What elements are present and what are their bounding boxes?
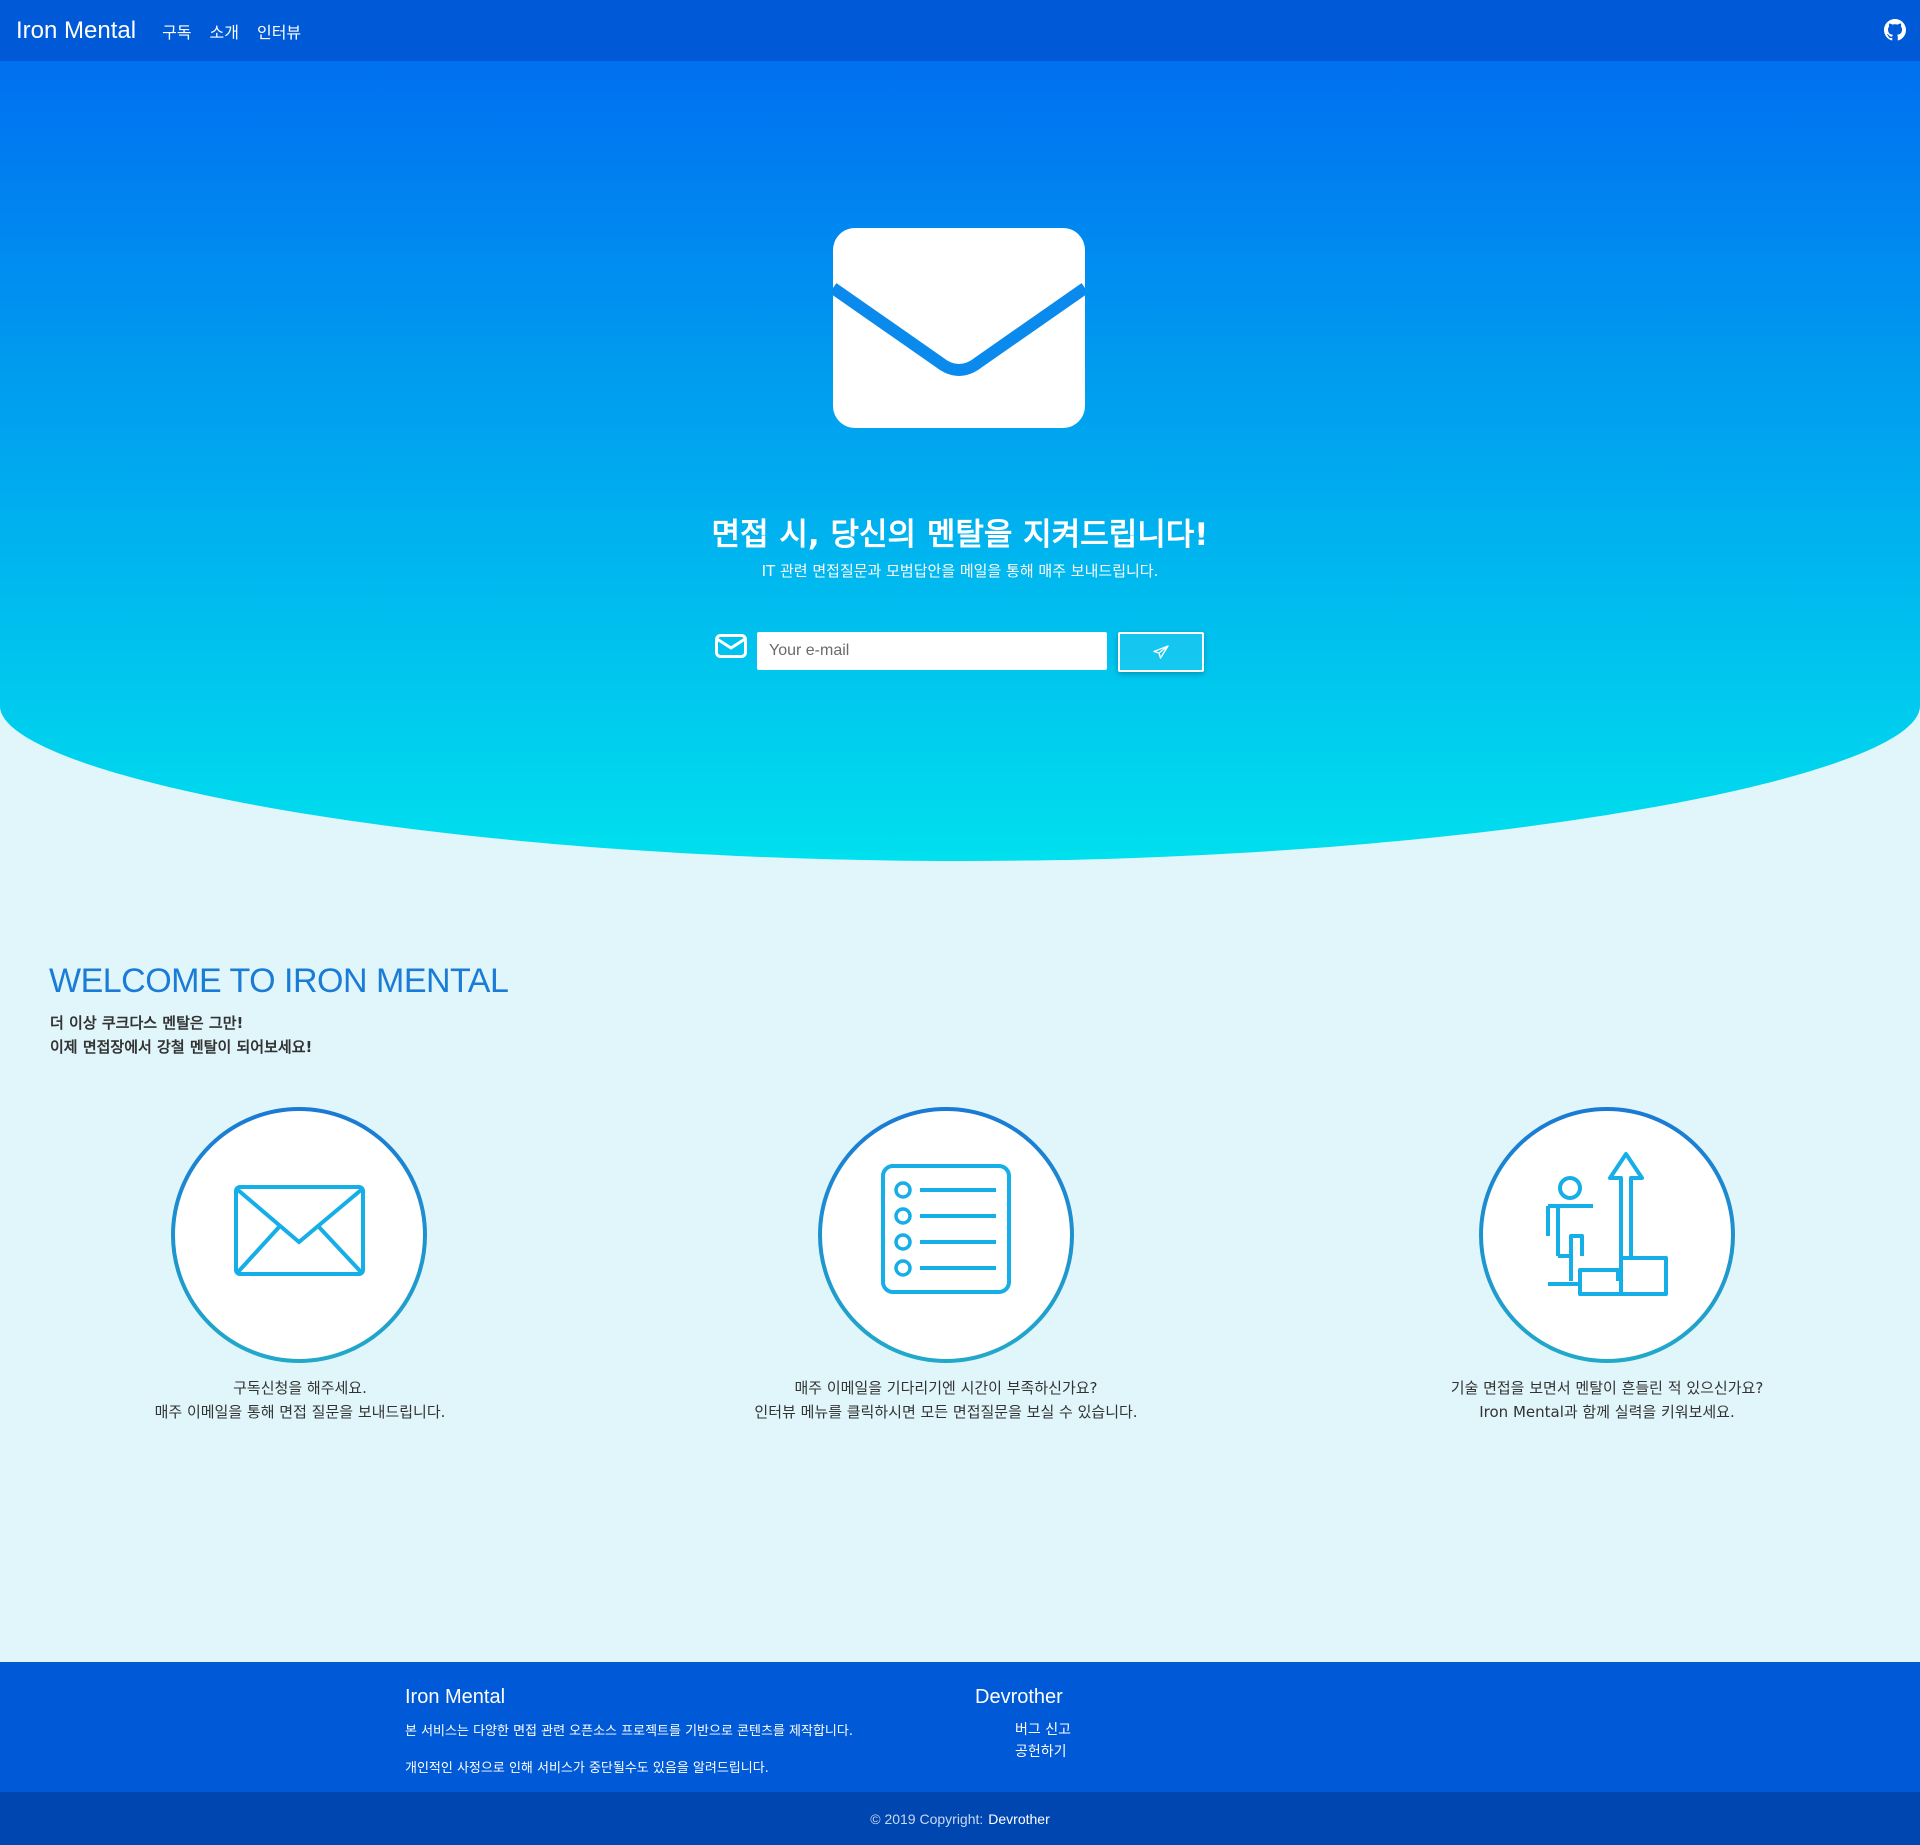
- footer: Iron Mental 본 서비스는 다양한 면접 관련 오픈소스 프로젝트를 …: [0, 1662, 1920, 1792]
- feature-growth-line-1: 기술 면접을 보면서 멘탈이 흔들린 적 있으신가요?: [1450, 1379, 1764, 1397]
- email-input[interactable]: [757, 632, 1107, 670]
- footer-brand-title: Iron Mental: [405, 1686, 506, 1708]
- welcome-title: WELCOME TO IRON MENTAL: [49, 962, 509, 1000]
- nav-link-subscribe[interactable]: 구독: [162, 19, 191, 43]
- welcome-line-2: 이제 면접장에서 강철 멘탈이 되어보세요!: [50, 1038, 313, 1056]
- feature-growth-text: 기술 면접을 보면서 멘탈이 흔들린 적 있으신가요? Iron Mental과…: [1307, 1376, 1907, 1424]
- envelope-icon: [833, 228, 1085, 428]
- subscribe-submit-button[interactable]: [1118, 632, 1204, 672]
- feature-subscribe-circle: [171, 1107, 427, 1363]
- feature-interview-line-1: 매주 이메일을 기다리기엔 시간이 부족하신가요?: [794, 1379, 1098, 1397]
- feature-interview-circle: [818, 1107, 1074, 1363]
- footer-description-1: 본 서비스는 다양한 면접 관련 오픈소스 프로젝트를 기반으로 콘텐츠를 제작…: [405, 1724, 853, 1739]
- copyright-text: © 2019 Copyright:: [870, 1810, 984, 1827]
- feature-subscribe-line-2: 매주 이메일을 통해 면접 질문을 보내드립니다.: [154, 1403, 446, 1421]
- hero-background: [0, 61, 1920, 861]
- brand-logo[interactable]: Iron Mental: [16, 17, 136, 45]
- nav-link-about[interactable]: 소개: [210, 19, 239, 43]
- feature-subscribe-line-1: 구독신청을 해주세요.: [233, 1379, 367, 1397]
- footer-description-2: 개인적인 사정으로 인해 서비스가 중단될수도 있음을 알려드립니다.: [405, 1761, 769, 1776]
- hero-section: 면접 시, 당신의 멘탈을 지켜드립니다! IT 관련 면접질문과 모범답안을 …: [0, 61, 1920, 861]
- feature-interview-line-2: 인터뷰 메뉴를 클릭하시면 모든 면접질문을 보실 수 있습니다.: [754, 1403, 1138, 1421]
- feature-interview-text: 매주 이메일을 기다리기엔 시간이 부족하신가요? 인터뷰 메뉴를 클릭하시면 …: [646, 1376, 1246, 1424]
- nav-link-interview[interactable]: 인터뷰: [257, 19, 301, 43]
- paper-plane-icon: [1153, 645, 1169, 659]
- contribute-link[interactable]: 공헌하기: [1015, 1741, 1067, 1761]
- email-envelope-icon: [715, 634, 747, 658]
- feature-subscribe-text: 구독신청을 해주세요. 매주 이메일을 통해 면접 질문을 보내드립니다.: [0, 1376, 600, 1424]
- footer-org-title: Devrother: [975, 1686, 1063, 1708]
- bug-report-link[interactable]: 버그 신고: [1015, 1719, 1071, 1739]
- hero-subtitle: IT 관련 면접질문과 모범답안을 메일을 통해 매주 보내드립니다.: [761, 562, 1159, 580]
- feature-growth-circle: [1479, 1107, 1735, 1363]
- welcome-line-1: 더 이상 쿠크다스 멘탈은 그만!: [50, 1014, 244, 1032]
- feature-growth-line-2: Iron Mental과 함께 실력을 키워보세요.: [1479, 1403, 1735, 1421]
- copyright-owner-link[interactable]: Devrother: [988, 1811, 1049, 1827]
- top-navbar: Iron Mental 구독 소개 인터뷰: [0, 0, 1920, 61]
- github-icon[interactable]: [1884, 19, 1906, 41]
- hero-title: 면접 시, 당신의 멘탈을 지켜드립니다!: [711, 517, 1209, 553]
- copyright-bar: © 2019 Copyright: Devrother: [0, 1792, 1920, 1845]
